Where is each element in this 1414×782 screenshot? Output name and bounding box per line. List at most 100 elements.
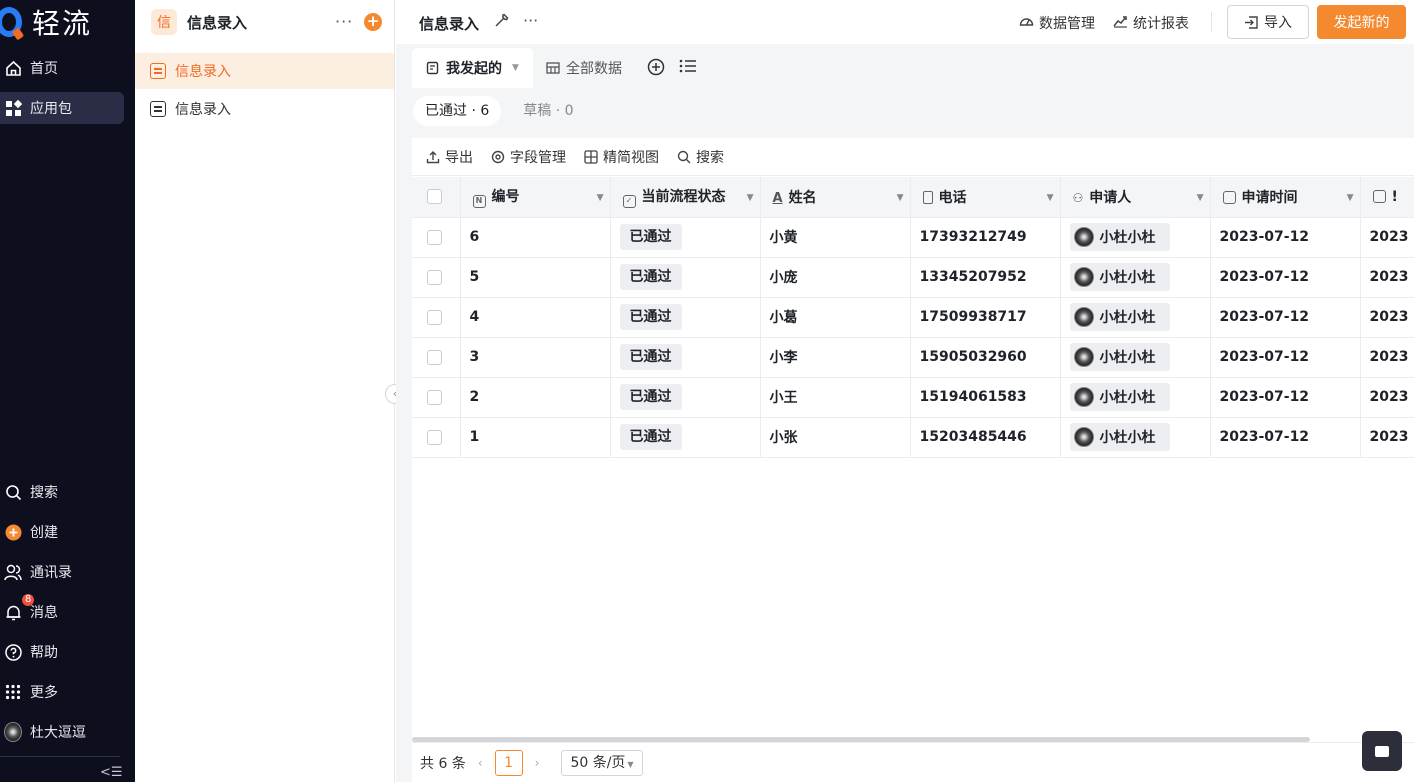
nav-item-create[interactable]: 创建 [0, 516, 124, 548]
row-select-cell [412, 417, 461, 458]
page-size-select[interactable]: 50 条/页 ▼ [561, 749, 643, 776]
table-row[interactable]: 1 已通过 小张 15203485446 小杜小杜 2023-07-12 2023 [412, 417, 1414, 458]
applicant-tag[interactable]: 小杜小杜 [1069, 263, 1170, 291]
column-header-applicant[interactable]: ⚇ 申请人 ▼ [1060, 177, 1211, 218]
row-checkbox[interactable] [427, 229, 442, 245]
wrench-icon[interactable] [494, 13, 509, 32]
nav-item-label: 更多 [30, 685, 58, 701]
cell-apply-time: 2023-07-12 [1210, 337, 1361, 378]
chevron-down-icon: ▼ [627, 759, 634, 769]
column-header-next[interactable]: ! [1360, 177, 1414, 218]
page-title: 信息录入 [419, 15, 480, 33]
more-icon[interactable]: ··· [523, 11, 538, 30]
nav-item-label: 通讯录 [30, 565, 72, 581]
filter-approved[interactable]: 已通过 · 6 [413, 96, 502, 126]
applicant-tag[interactable]: 小杜小杜 [1069, 343, 1170, 371]
applicant-tag[interactable]: 小杜小杜 [1069, 223, 1170, 251]
table-row[interactable]: 6 已通过 小黄 17393212749 小杜小杜 2023-07-12 2023 [412, 217, 1414, 258]
search-icon [677, 150, 691, 163]
page-size-label: 50 条/页 [570, 754, 626, 771]
nav-item-label: 应用包 [30, 101, 72, 117]
import-button[interactable]: 导入 [1227, 5, 1309, 39]
column-header-status[interactable]: ✓ 当前流程状态 ▼ [610, 177, 761, 218]
table-search-label: 搜索 [696, 149, 724, 166]
filter-draft[interactable]: 草稿 · 0 [511, 96, 585, 126]
prev-page-icon[interactable]: ‹ [478, 756, 483, 770]
logo[interactable]: 轻流 [0, 2, 92, 42]
cell-apply-time: 2023-07-12 [1210, 417, 1361, 458]
nav-item-apps[interactable]: 应用包 [0, 92, 124, 124]
start-new-label: 发起新的 [1333, 15, 1390, 31]
nav-item-profile[interactable]: 杜大逗逗 [0, 716, 124, 748]
nav-item-help[interactable]: 帮助 [0, 636, 124, 668]
person-field-icon: ⚇ [1072, 190, 1084, 205]
chevron-down-icon[interactable]: ▼ [597, 193, 604, 203]
row-select-cell [412, 257, 461, 298]
chat-button[interactable] [1362, 731, 1402, 771]
compact-view-button[interactable]: 精简视图 [584, 147, 659, 167]
sidebar-item-form-active[interactable]: 信息录入 [135, 53, 394, 89]
cell-next: 2023 [1360, 417, 1414, 458]
tab-label: 全部数据 [566, 61, 622, 77]
chevron-down-icon[interactable]: ▼ [1347, 193, 1354, 203]
table-row[interactable]: 4 已通过 小葛 17509938717 小杜小杜 2023-07-12 2023 [412, 297, 1414, 338]
cell-next: 2023 [1360, 257, 1414, 298]
row-checkbox[interactable] [427, 389, 442, 405]
row-checkbox[interactable] [427, 349, 442, 365]
next-page-icon[interactable]: › [535, 756, 540, 770]
add-form-button[interactable]: + [364, 13, 382, 31]
table-icon [546, 62, 560, 74]
avatar [1073, 267, 1094, 287]
nav-item-more[interactable]: 更多 [0, 676, 124, 708]
row-checkbox[interactable] [427, 269, 442, 285]
column-label: 电话 [938, 189, 967, 206]
row-checkbox[interactable] [427, 309, 442, 325]
table-search-button[interactable]: 搜索 [677, 147, 724, 167]
report-link[interactable]: 统计报表 [1113, 13, 1189, 33]
nav-item-home[interactable]: 首页 [0, 52, 124, 84]
start-new-button[interactable]: 发起新的 [1317, 5, 1406, 39]
chevron-down-icon[interactable]: ▼ [1197, 193, 1204, 203]
column-header-id[interactable]: N 编号 ▼ [460, 177, 611, 218]
export-label: 导出 [445, 149, 473, 166]
table-row[interactable]: 2 已通过 小王 15194061583 小杜小杜 2023-07-12 2023 [412, 377, 1414, 418]
data-manage-link[interactable]: 数据管理 [1019, 13, 1095, 33]
chat-icon [1375, 745, 1389, 757]
select-all-checkbox[interactable] [427, 189, 442, 205]
nav-item-messages[interactable]: 8 消息 [0, 594, 124, 628]
column-label: 当前流程状态 [641, 188, 726, 205]
grid-view-icon [584, 149, 598, 164]
current-page-button[interactable]: 1 [494, 749, 523, 776]
applicant-name: 小杜小杜 [1099, 270, 1156, 286]
export-button[interactable]: 导出 [426, 147, 473, 167]
table-row[interactable]: 5 已通过 小庞 13345207952 小杜小杜 2023-07-12 2023 [412, 257, 1414, 298]
view-tabs: 我发起的 ▼ 全部数据 [396, 44, 1414, 88]
applicant-tag[interactable]: 小杜小杜 [1069, 303, 1170, 331]
chevron-down-icon[interactable]: ▼ [1047, 193, 1054, 203]
chevron-down-icon[interactable]: ▼ [747, 193, 754, 203]
tab-all-data[interactable]: 全部数据 [532, 48, 636, 88]
table-row[interactable]: 3 已通过 小李 15905032960 小杜小杜 2023-07-12 2023 [412, 337, 1414, 378]
chevron-down-icon[interactable]: ▼ [897, 193, 904, 203]
row-checkbox[interactable] [427, 429, 442, 445]
cell-applicant: 小杜小杜 [1060, 257, 1211, 298]
nav-item-contacts[interactable]: 通讯录 [0, 556, 124, 588]
applicant-tag[interactable]: 小杜小杜 [1069, 423, 1170, 451]
nav-item-label: 搜索 [30, 485, 58, 501]
collapse-nav-icon[interactable]: <☰ [100, 765, 123, 780]
tab-my-submissions[interactable]: 我发起的 ▼ [412, 48, 533, 88]
table-toolbar: 导出 字段管理 精简视图 搜索 [412, 138, 1414, 176]
applicant-tag[interactable]: 小杜小杜 [1069, 383, 1170, 411]
column-header-name[interactable]: A 姓名 ▼ [760, 177, 911, 218]
field-manage-button[interactable]: 字段管理 [491, 147, 566, 167]
app-sidebar-header: 信 信息录入 [135, 0, 394, 44]
column-header-apply-time[interactable]: 申请时间 ▼ [1210, 177, 1361, 218]
add-view-icon[interactable] [647, 58, 665, 80]
column-header-phone[interactable]: 电话 ▼ [910, 177, 1061, 218]
sidebar-item-form[interactable]: 信息录入 [135, 91, 394, 127]
cell-applicant: 小杜小杜 [1060, 217, 1211, 258]
view-list-icon[interactable] [679, 58, 697, 78]
more-options-icon[interactable]: ··· [335, 12, 353, 31]
nav-item-search[interactable]: 搜索 [0, 476, 124, 508]
row-select-cell [412, 217, 461, 258]
